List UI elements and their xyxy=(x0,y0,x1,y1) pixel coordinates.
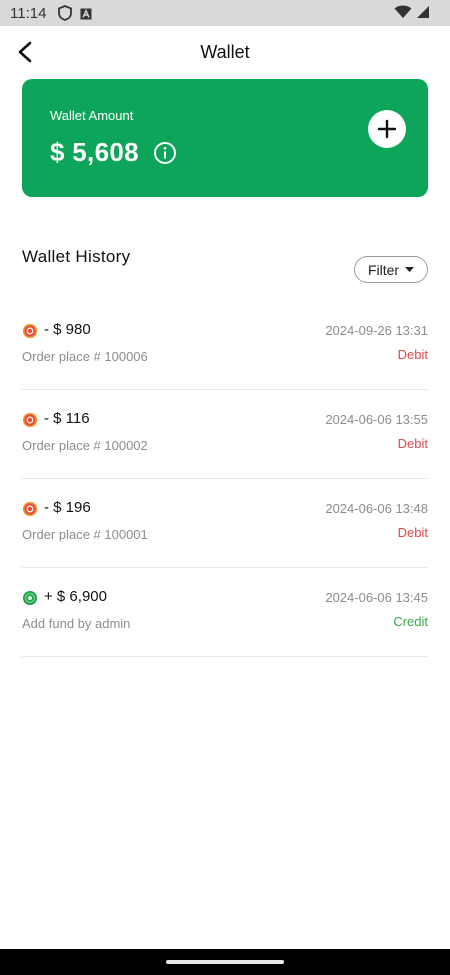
wallet-amount-label: Wallet Amount xyxy=(50,108,134,123)
transaction-type: Debit xyxy=(397,347,428,362)
transaction-amount: + $ 6,900 xyxy=(44,588,107,605)
info-icon[interactable] xyxy=(153,141,177,165)
shield-icon xyxy=(58,5,72,26)
page-title: Wallet xyxy=(200,42,250,62)
status-right-icons xyxy=(394,5,430,24)
debit-coin-icon xyxy=(22,501,38,517)
transaction-description: Order place # 100006 xyxy=(22,349,148,364)
transaction-list: - $ 980 Order place # 100006 2024-09-26 … xyxy=(22,301,428,657)
status-left-icons xyxy=(58,5,92,26)
transaction-row[interactable]: - $ 196 Order place # 100001 2024-06-06 … xyxy=(22,479,428,568)
transaction-date: 2024-06-06 13:45 xyxy=(325,590,428,605)
transaction-amount: - $ 116 xyxy=(44,410,90,427)
transaction-row[interactable]: - $ 116 Order place # 100002 2024-06-06 … xyxy=(22,390,428,479)
wallet-history-title: Wallet History xyxy=(22,247,131,266)
a-badge-icon xyxy=(80,7,92,25)
wallet-amount-row: $ 5,608 xyxy=(50,137,177,168)
filter-button[interactable]: Filter xyxy=(354,256,428,283)
transaction-amount: - $ 980 xyxy=(44,321,91,338)
wifi-icon xyxy=(394,5,412,24)
caret-down-icon xyxy=(405,266,415,272)
transaction-type: Debit xyxy=(397,525,428,540)
home-indicator[interactable] xyxy=(166,960,284,964)
wallet-amount-value: $ 5,608 xyxy=(50,137,139,167)
debit-coin-icon xyxy=(22,323,38,339)
filter-label: Filter xyxy=(367,261,400,278)
transaction-amount: - $ 196 xyxy=(44,499,91,516)
transaction-row[interactable]: + $ 6,900 Add fund by admin 2024-06-06 1… xyxy=(22,568,428,657)
transaction-row[interactable]: - $ 980 Order place # 100006 2024-09-26 … xyxy=(22,301,428,390)
transaction-date: 2024-06-06 13:55 xyxy=(325,412,428,427)
debit-coin-icon xyxy=(22,412,38,428)
plus-icon xyxy=(377,119,397,139)
transaction-type: Debit xyxy=(397,436,428,451)
app-bar: Wallet xyxy=(0,26,450,78)
add-fund-button[interactable] xyxy=(368,110,406,148)
signal-icon xyxy=(416,5,430,24)
wallet-card: Wallet Amount $ 5,608 xyxy=(22,79,428,197)
credit-coin-icon xyxy=(22,590,38,606)
status-time: 11:14 xyxy=(10,5,47,22)
transaction-date: 2024-09-26 13:31 xyxy=(325,323,428,338)
transaction-description: Add fund by admin xyxy=(22,616,131,631)
status-bar: 11:14 xyxy=(0,0,450,26)
transaction-description: Order place # 100002 xyxy=(22,438,148,453)
transaction-date: 2024-06-06 13:48 xyxy=(325,501,428,516)
transaction-type: Credit xyxy=(393,614,428,629)
system-nav-bar xyxy=(0,949,450,975)
transaction-description: Order place # 100001 xyxy=(22,527,148,542)
